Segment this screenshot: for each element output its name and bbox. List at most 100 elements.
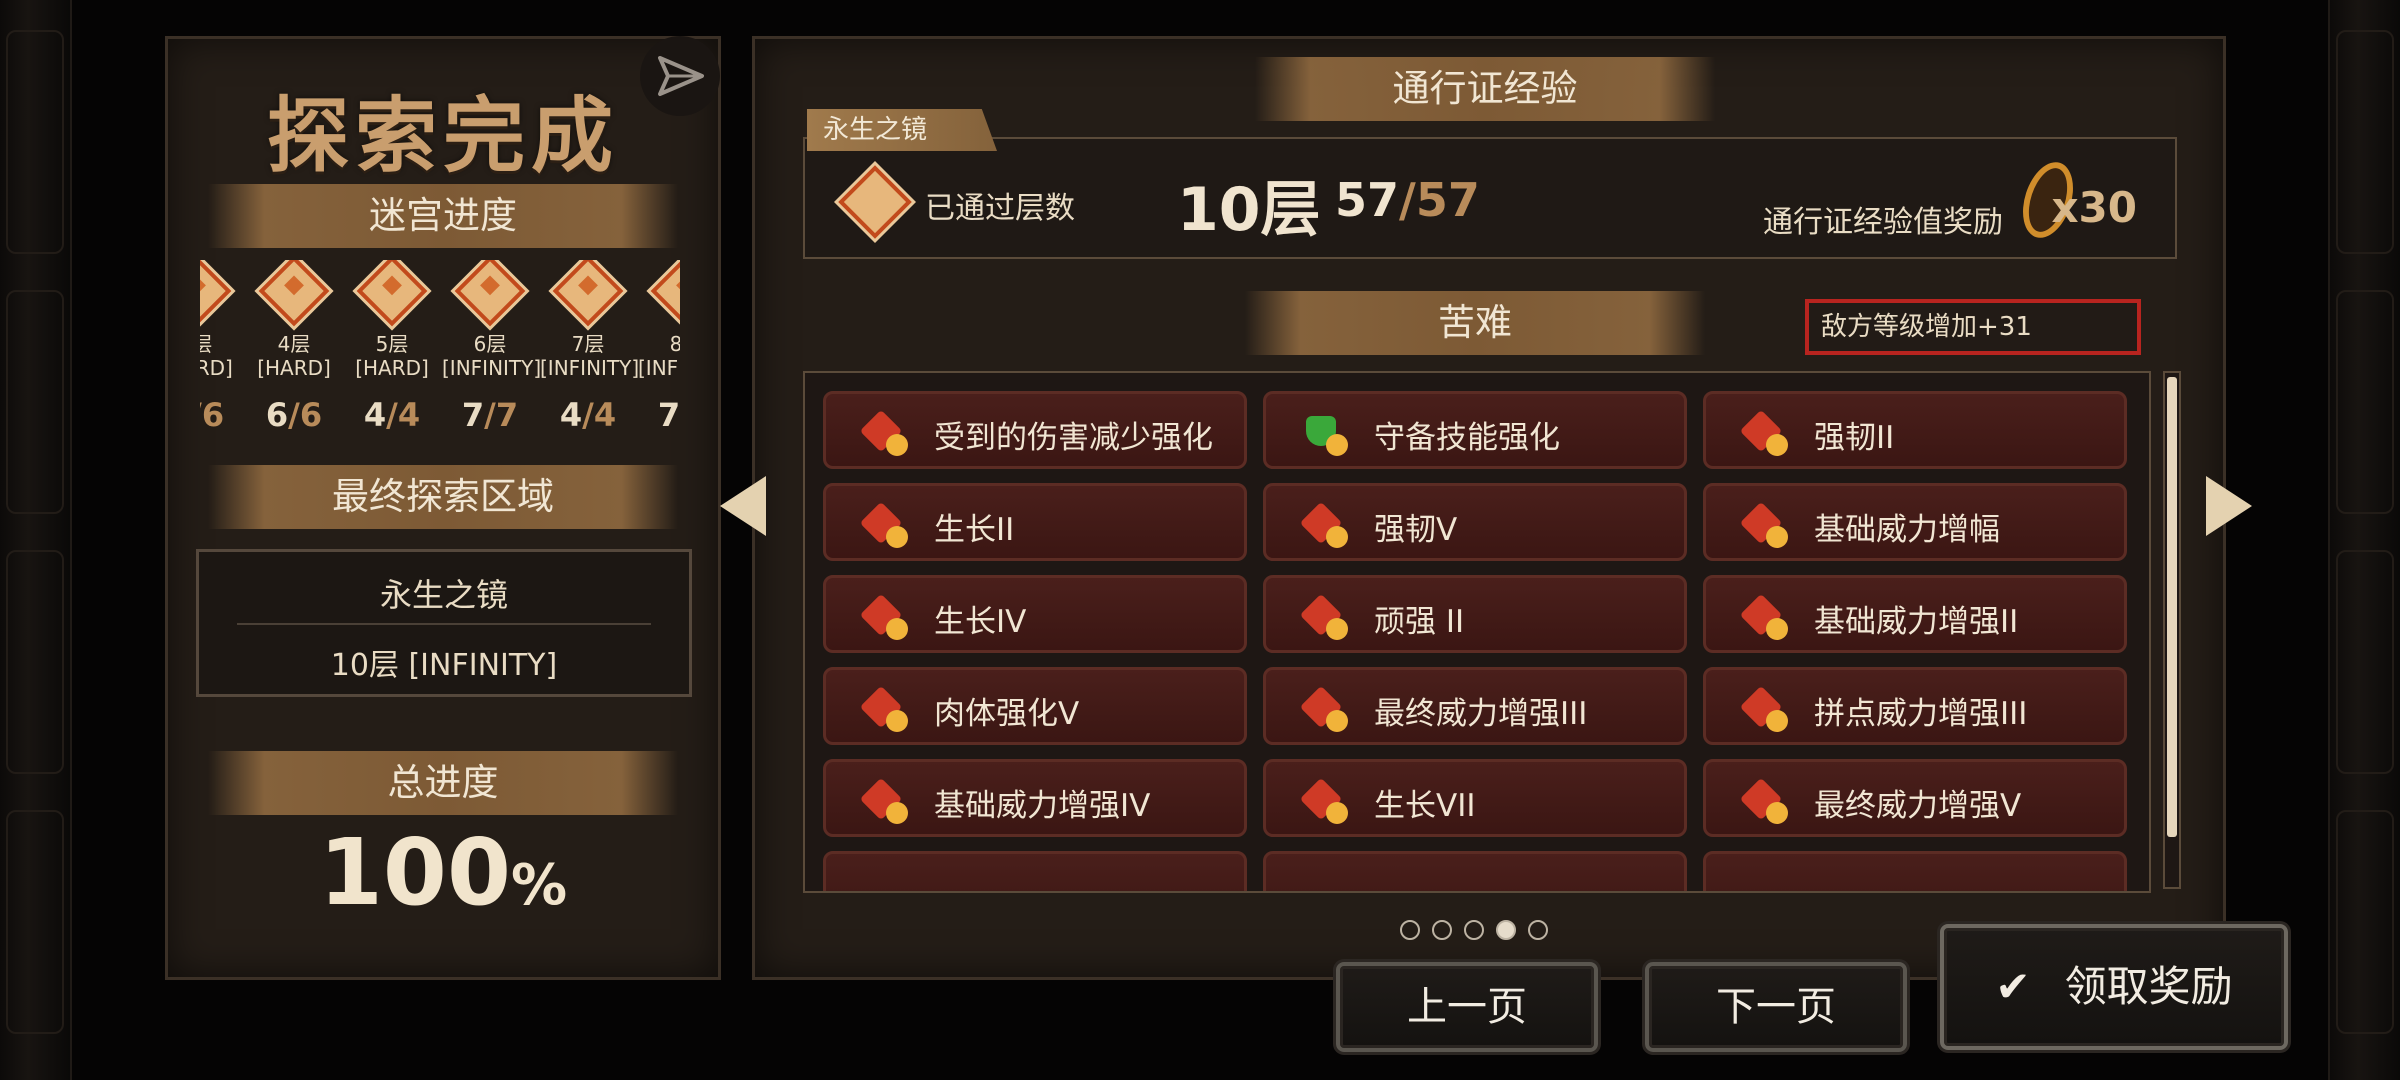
page-dot[interactable] xyxy=(1496,920,1516,940)
floor-count-done: 7 xyxy=(461,396,485,430)
buff-item[interactable]: 强韧II xyxy=(1703,391,2127,469)
floor-count: 6/6 xyxy=(200,396,244,430)
floors-passed-label: 已通过层数 xyxy=(925,191,1075,226)
floor-count: 4/4 xyxy=(540,396,636,430)
total-progress-banner: 总进度 xyxy=(208,751,678,815)
buff-label: 受到的伤害减少强化 xyxy=(934,420,1213,456)
buff-item[interactable]: 基础威力增强II xyxy=(1703,575,2127,653)
floors-count-total: /57 xyxy=(1399,173,1480,227)
area-tag: 永生之镜 xyxy=(807,109,997,151)
buff-scrollbar[interactable] xyxy=(2163,371,2181,889)
pass-exp-banner: 通行证经验 xyxy=(1255,57,1715,121)
buff-label: 最终威力增强III xyxy=(1374,696,1588,732)
buff-item[interactable]: 生长II xyxy=(823,483,1247,561)
floor-emblem-icon xyxy=(454,260,526,327)
floor-emblem-icon xyxy=(650,260,680,327)
buff-icon xyxy=(859,408,910,456)
floor-difficulty: [INFINITY] xyxy=(442,356,542,380)
floor-emblem-icon xyxy=(356,260,428,327)
floor-count-sep: / xyxy=(484,396,496,430)
page-dot[interactable] xyxy=(1432,920,1452,940)
buff-item[interactable]: 生长VII xyxy=(1263,759,1687,837)
hardship-banner: 苦难 xyxy=(1245,291,1705,355)
prev-page-button[interactable]: 上一页 xyxy=(1336,962,1598,1052)
next-page-button[interactable]: 下一页 xyxy=(1645,962,1907,1052)
page-dot[interactable] xyxy=(1528,920,1548,940)
next-arrow-icon[interactable] xyxy=(2206,476,2252,536)
checkmark-icon: ✔ xyxy=(1995,962,2031,1011)
buff-label: 基础威力增强II xyxy=(1814,604,2019,640)
buff-label: 生长IV xyxy=(934,604,1027,640)
floor-count: 6/6 xyxy=(246,396,342,430)
buff-icon xyxy=(1739,592,1790,640)
buff-icon xyxy=(859,684,910,732)
buff-item[interactable]: 生长IV xyxy=(823,575,1247,653)
floor-emblem-icon xyxy=(258,260,330,327)
buff-icon xyxy=(1299,592,1350,640)
floor-difficulty: [HARD] xyxy=(257,356,331,380)
buff-icon xyxy=(1739,500,1790,548)
buff-item-partial[interactable] xyxy=(823,851,1247,891)
buff-label: 最终威力增强V xyxy=(1814,788,2022,824)
claim-reward-label: 领取奖励 xyxy=(2064,962,2233,1011)
floor-progress-item: 6层 [INFINITY] 7/7 xyxy=(442,260,542,430)
buff-icon xyxy=(1302,408,1350,456)
final-area-banner: 最终探索区域 xyxy=(208,465,678,529)
page-dot[interactable] xyxy=(1400,920,1420,940)
buff-item[interactable]: 强韧V xyxy=(1263,483,1687,561)
page-indicator xyxy=(1400,920,1548,940)
total-progress-unit: % xyxy=(510,853,568,918)
left-frame-decoration xyxy=(0,0,72,1080)
buff-grid[interactable]: 受到的伤害减少强化 守备技能强化 强韧II 生长II 强韧V 基础威力增幅生长IV 顽强 I… xyxy=(803,371,2151,893)
buff-item[interactable]: 受到的伤害减少强化 xyxy=(823,391,1247,469)
floor-progress-item: 4层 [HARD] 6/6 xyxy=(246,260,342,430)
buff-item[interactable]: 最终威力增强III xyxy=(1263,667,1687,745)
floor-count: 4/4 xyxy=(344,396,440,430)
buff-icon xyxy=(1299,776,1350,824)
frame-rib xyxy=(6,290,64,514)
buff-item[interactable]: 基础威力增强IV xyxy=(823,759,1247,837)
floor-count-sep: / xyxy=(288,396,300,430)
floor-count-total: 4 xyxy=(593,396,617,430)
floor-difficulty: [INFINITY] xyxy=(540,356,640,380)
floor-count-done: 4 xyxy=(363,396,387,430)
floor-label: 4层 xyxy=(277,332,311,356)
buff-icon xyxy=(1739,684,1790,732)
final-area-name: 永生之镜 xyxy=(379,576,508,614)
buff-item[interactable]: 拼点威力增强III xyxy=(1703,667,2127,745)
floors-count-done: 57 xyxy=(1335,173,1400,227)
buff-item[interactable]: 基础威力增幅 xyxy=(1703,483,2127,561)
claim-reward-button[interactable]: ✔ 领取奖励 xyxy=(1940,924,2288,1050)
buff-item[interactable]: 肉体强化V xyxy=(823,667,1247,745)
floor-count-sep: / xyxy=(582,396,594,430)
final-area-box: 永生之镜 10层 [INFINITY] xyxy=(196,549,692,697)
right-frame-decoration xyxy=(2328,0,2400,1080)
buff-item[interactable]: 顽强 II xyxy=(1263,575,1687,653)
share-button[interactable] xyxy=(640,36,720,116)
floor-count-total: 6 xyxy=(299,396,323,430)
scroll-thumb[interactable] xyxy=(2167,377,2177,837)
floor-progress-item: 3层[HARD] 6/6 xyxy=(200,260,244,430)
buff-label: 强韧II xyxy=(1814,420,1895,456)
prev-arrow-icon[interactable] xyxy=(720,476,766,536)
buff-icon xyxy=(859,592,910,640)
floor-count-total: 7 xyxy=(495,396,519,430)
floor-progress-strip[interactable]: 3层[HARD]6/64层[HARD]6/65层[HARD]4/46层[INFI… xyxy=(200,260,680,430)
buff-item[interactable]: 最终威力增强V xyxy=(1703,759,2127,837)
floor-difficulty: [HARD] xyxy=(355,356,429,380)
floors-count: 57/57 xyxy=(1335,173,1480,227)
buff-item-partial[interactable] xyxy=(1263,851,1687,891)
floor-count-done: 7 xyxy=(657,396,680,430)
buff-item[interactable]: 守备技能强化 xyxy=(1263,391,1687,469)
page-dot[interactable] xyxy=(1464,920,1484,940)
buff-item-partial[interactable] xyxy=(1703,851,2127,891)
floor-progress-item: 5层 [HARD] 4/4 xyxy=(344,260,440,430)
total-progress-number: 100 xyxy=(318,819,511,926)
floor-emblem-icon xyxy=(200,260,232,327)
pass-reward-label: 通行证经验值奖励 xyxy=(1763,205,2003,240)
floor-progress-item: 8层[INFINITY] 7/7 xyxy=(638,260,680,430)
floor-count-done: 4 xyxy=(559,396,583,430)
buff-label: 生长VII xyxy=(1374,788,1476,824)
floor-label: 8层 xyxy=(669,332,680,356)
buff-icon xyxy=(1299,684,1350,732)
